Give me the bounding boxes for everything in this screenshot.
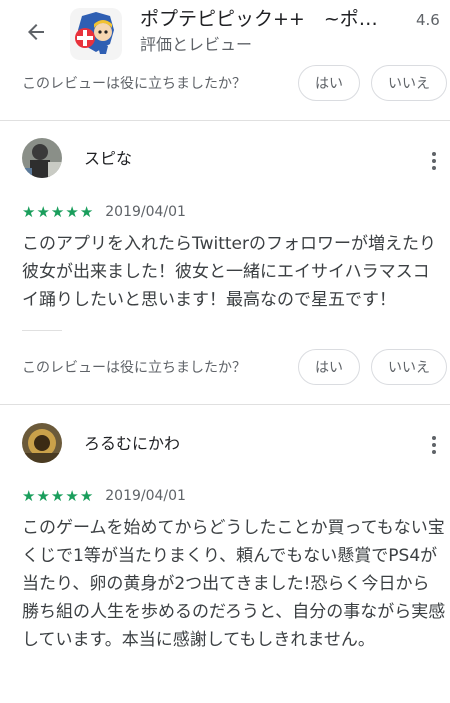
app-rating: 4.6 [416, 11, 440, 29]
star-icon: ★ [79, 203, 94, 221]
star-icon: ★ [22, 203, 36, 221]
helpful-yes-button[interactable]: はい [298, 349, 360, 385]
star-icon: ★ [65, 203, 79, 221]
divider [0, 120, 450, 121]
star-rating: ★ ★ ★ ★ ★ [22, 204, 93, 220]
app-bar: ポプテピピック++ ~ポ… 評価とレビュー 4.6 [0, 0, 450, 70]
reviewer-name: スピな [84, 149, 133, 168]
star-icon: ★ [50, 487, 65, 505]
rating-row: ★ ★ ★ ★ ★ 2019/04/01 [22, 486, 186, 506]
avatar[interactable] [22, 138, 62, 178]
divider [0, 404, 450, 405]
star-rating: ★ ★ ★ ★ ★ [22, 488, 93, 504]
star-icon: ★ [36, 487, 50, 505]
star-icon: ★ [50, 203, 65, 221]
app-icon[interactable] [70, 8, 122, 60]
star-icon: ★ [65, 487, 79, 505]
helpful-no-button[interactable]: いいえ [371, 349, 447, 385]
star-icon: ★ [79, 487, 94, 505]
reviewer-name: ろるむにかわ [84, 434, 181, 453]
rating-row: ★ ★ ★ ★ ★ 2019/04/01 [22, 202, 186, 222]
helpful-question: このレビューは役に立ちましたか？ [22, 76, 246, 92]
page-subtitle: 評価とレビュー [140, 35, 253, 54]
star-icon: ★ [36, 203, 50, 221]
helpful-question: このレビューは役に立ちましたか？ [22, 360, 246, 376]
arrow-back-icon [28, 24, 44, 40]
review-date: 2019/04/01 [105, 488, 186, 504]
divider [22, 330, 62, 331]
star-icon: ★ [22, 487, 36, 505]
avatar[interactable] [22, 423, 62, 463]
app-title: ポプテピピック++ ~ポ… [140, 8, 378, 30]
review-date: 2019/04/01 [105, 204, 186, 220]
helpful-row: このレビューは役に立ちましたか？ はい いいえ [0, 62, 450, 108]
helpful-yes-button[interactable]: はい [298, 65, 360, 101]
review-text: このゲームを始めてからどうしたことか買ってもない宝くじで1等が当たりまくり、頼ん… [22, 518, 446, 650]
back-button[interactable] [20, 16, 52, 48]
review-text: このアプリを入れたらTwitterのフォロワーが増えたり彼女が出来ました！彼女と… [22, 234, 436, 310]
more-vert-icon[interactable] [428, 433, 440, 457]
helpful-row: このレビューは役に立ちましたか？ はい いいえ [0, 346, 450, 392]
more-vert-icon[interactable] [428, 149, 440, 173]
helpful-no-button[interactable]: いいえ [371, 65, 447, 101]
